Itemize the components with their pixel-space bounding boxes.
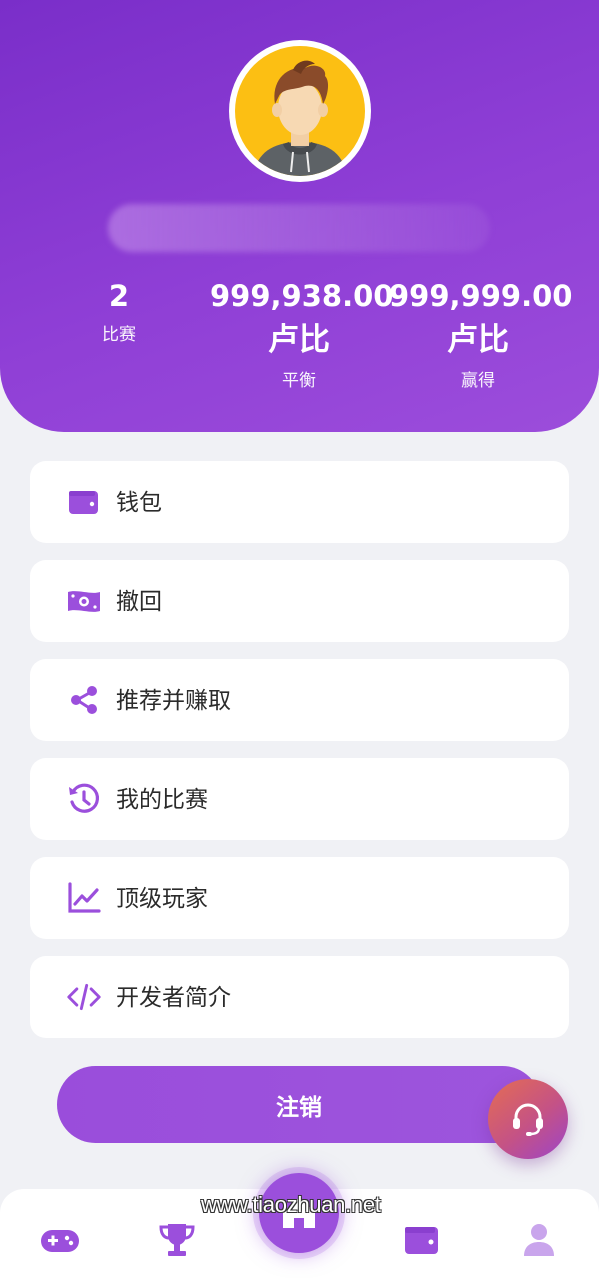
avatar[interactable] [229, 40, 371, 182]
earned-value: 999,999.00 [389, 279, 573, 313]
menu-item-wallet[interactable]: 钱包 [30, 461, 569, 543]
menu-item-top-players[interactable]: 顶级玩家 [30, 857, 569, 939]
stat-earned: 999,999.00 卢比 赢得 [389, 279, 573, 392]
gamepad-icon [41, 1230, 79, 1252]
earned-unit: 卢比 [447, 322, 509, 358]
menu-item-developer[interactable]: 开发者简介 [30, 956, 569, 1038]
menu-label: 推荐并赚取 [116, 688, 231, 714]
menu-label: 撤回 [116, 589, 162, 615]
matches-label: 比赛 [102, 325, 136, 345]
nav-leaderboard[interactable] [155, 1218, 199, 1262]
wallet-icon [405, 1227, 438, 1254]
menu-label: 我的比赛 [116, 787, 208, 813]
profile-header: 2 比赛 999,938.00 卢比 平衡 999,999.00 卢比 赢得 [0, 0, 599, 432]
history-icon [66, 781, 102, 817]
chart-line-icon [66, 880, 102, 916]
menu-item-refer[interactable]: 推荐并赚取 [30, 659, 569, 741]
earned-label: 赢得 [461, 371, 495, 391]
watermark: www.tiaozhuan.net [201, 1192, 381, 1217]
menu-label: 开发者简介 [116, 985, 231, 1011]
menu-label: 钱包 [116, 490, 162, 516]
balance-unit: 卢比 [268, 322, 330, 358]
trophy-icon [159, 1224, 195, 1256]
menu-item-withdraw[interactable]: 撤回 [30, 560, 569, 642]
money-bill-icon [66, 583, 102, 619]
code-icon [66, 979, 102, 1015]
menu-item-my-matches[interactable]: 我的比赛 [30, 758, 569, 840]
user-avatar-illustration [235, 46, 365, 176]
logout-button[interactable]: 注销 [57, 1066, 541, 1143]
support-button[interactable] [488, 1079, 568, 1159]
username-redacted [108, 204, 490, 252]
profile-page: 2 比赛 999,938.00 卢比 平衡 999,999.00 卢比 赢得 钱… [0, 0, 599, 1287]
balance-value: 999,938.00 [210, 279, 394, 313]
user-icon [524, 1224, 554, 1256]
matches-count: 2 [108, 279, 130, 313]
headset-icon [513, 1103, 543, 1136]
nav-wallet[interactable] [400, 1218, 444, 1262]
stat-matches: 2 比赛 [79, 280, 159, 346]
nav-profile[interactable] [517, 1218, 561, 1262]
stat-balance: 999,938.00 卢比 平衡 [210, 279, 394, 392]
wallet-icon [66, 484, 102, 520]
share-icon [66, 682, 102, 718]
menu-label: 顶级玩家 [116, 886, 208, 912]
nav-games[interactable] [38, 1218, 82, 1262]
balance-label: 平衡 [282, 371, 316, 391]
